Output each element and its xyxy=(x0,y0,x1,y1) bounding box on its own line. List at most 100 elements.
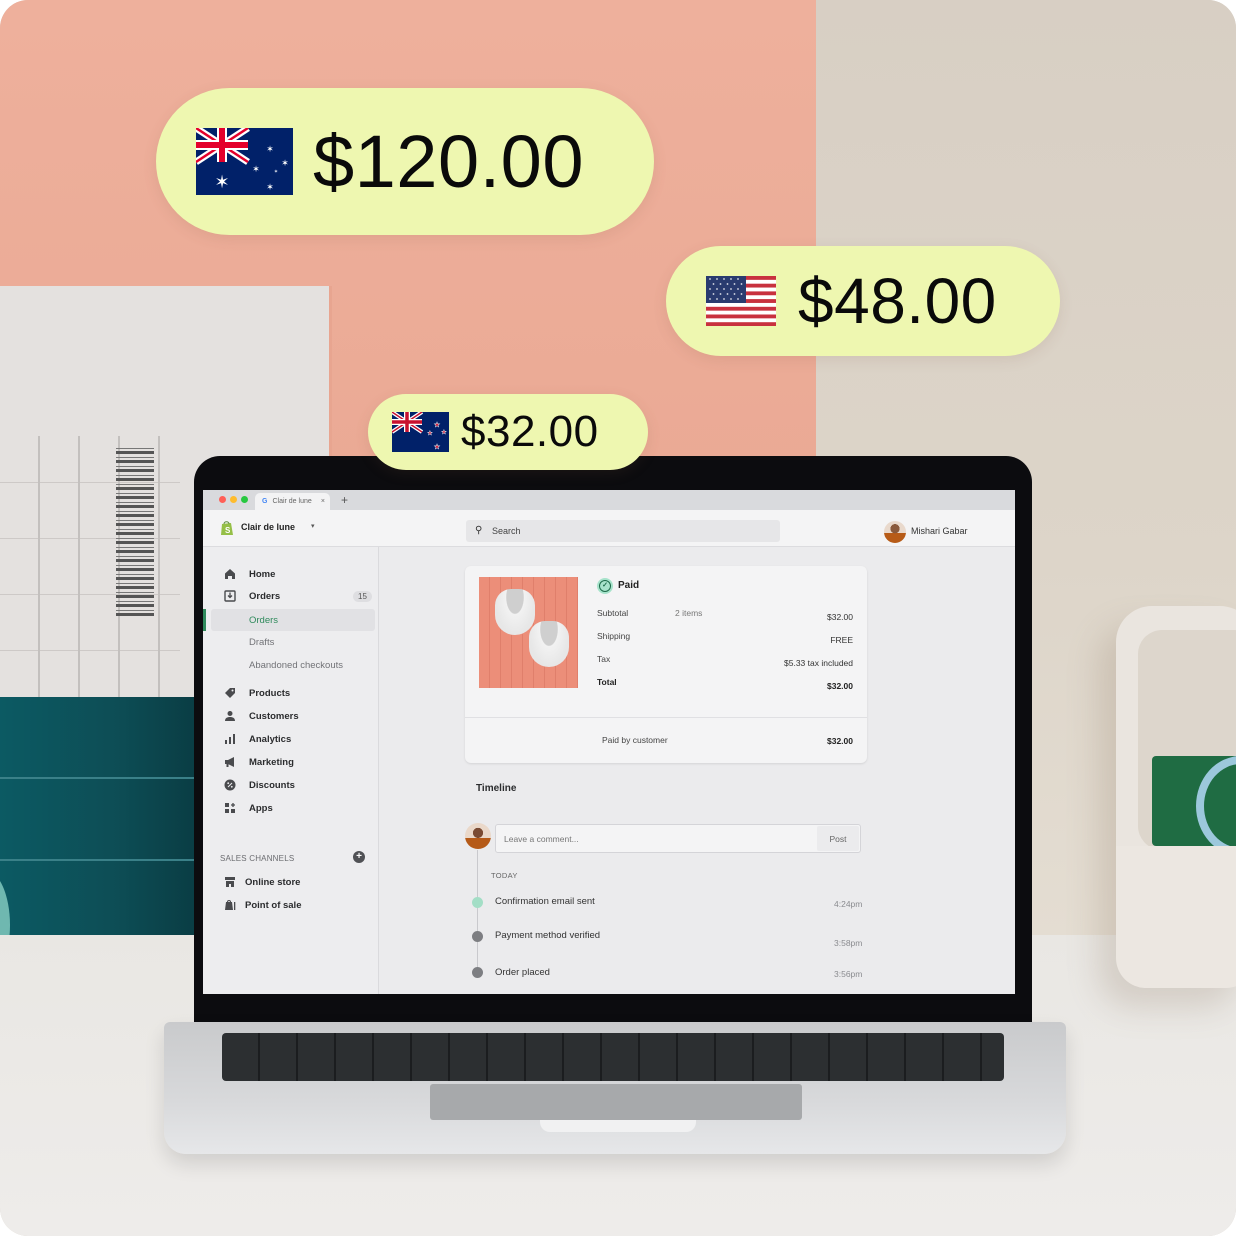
admin-topbar: S Clair de lune ▾ ⚲ Search Mishari Gabar xyxy=(203,510,1015,547)
sidebar-item-products[interactable]: Products xyxy=(203,682,379,704)
sidebar-item-home[interactable]: Home xyxy=(203,563,379,585)
nav-label: Online store xyxy=(245,876,301,888)
price-tag-united-states: $48.00 xyxy=(666,246,1060,356)
australia-flag-icon: ✶ ✶ ✶ ✶ ✶ ✶ xyxy=(196,128,293,195)
event-dot-icon xyxy=(472,931,483,942)
new-tab-button[interactable]: + xyxy=(341,493,348,507)
cup-image xyxy=(529,621,569,667)
total-label: Total xyxy=(597,677,617,687)
search-placeholder: Search xyxy=(492,526,521,536)
svg-text:✶: ✶ xyxy=(266,144,274,154)
laptop-trackpad xyxy=(430,1084,802,1120)
comment-input[interactable]: Leave a comment... Post xyxy=(495,824,861,853)
price-tag-australia: ✶ ✶ ✶ ✶ ✶ ✶ $120.00 xyxy=(156,88,654,235)
sidebar-item-apps[interactable]: Apps xyxy=(203,797,379,819)
svg-text:★: ★ xyxy=(434,443,440,451)
sales-channels-heading: SALES CHANNELS xyxy=(220,854,295,863)
total-value: $32.00 xyxy=(827,681,853,691)
svg-text:✶: ✶ xyxy=(274,169,278,175)
tag-icon xyxy=(223,686,237,700)
price-amount: $48.00 xyxy=(798,265,997,337)
svg-text:★: ★ xyxy=(441,429,446,436)
laptop-notch xyxy=(540,1120,696,1132)
sidebar: Home Orders 15 Orders Drafts Abandoned c… xyxy=(203,547,379,994)
user-avatar[interactable] xyxy=(884,521,906,543)
google-icon: G xyxy=(262,498,268,505)
sidebar-item-point-of-sale[interactable]: Point of sale xyxy=(203,894,379,916)
close-window-button[interactable] xyxy=(219,496,226,503)
user-name[interactable]: Mishari Gabar xyxy=(911,526,968,536)
subtotal-label: Subtotal xyxy=(597,608,629,618)
sidebar-item-marketing[interactable]: Marketing xyxy=(203,751,379,773)
store-icon xyxy=(223,875,237,889)
nav-label: Products xyxy=(249,687,291,699)
post-button[interactable]: Post xyxy=(817,826,859,851)
discount-icon xyxy=(223,778,237,792)
tax-label: Tax xyxy=(597,654,611,664)
svg-text:✶: ✶ xyxy=(281,158,289,168)
svg-text:✶: ✶ xyxy=(214,172,229,192)
paid-by-label: Paid by customer xyxy=(602,735,668,745)
orders-icon xyxy=(223,589,237,603)
event-dot-icon xyxy=(472,897,483,908)
nav-label: Orders xyxy=(249,614,279,626)
shopping-bag-icon xyxy=(223,898,237,912)
add-sales-channel-icon[interactable]: + xyxy=(353,851,365,863)
search-icon: ⚲ xyxy=(475,525,483,536)
tax-value: $5.33 tax included xyxy=(784,658,853,668)
maximize-window-button[interactable] xyxy=(241,496,248,503)
event-time: 3:56pm xyxy=(834,969,863,979)
box-edge xyxy=(0,859,196,861)
paid-by-value: $32.00 xyxy=(827,736,853,746)
scene-background: G Clair de lune × + S Clair de lune ▾ ⚲ … xyxy=(0,0,1236,1236)
minimize-window-button[interactable] xyxy=(230,496,237,503)
sidebar-item-customers[interactable]: Customers xyxy=(203,705,379,727)
browser-tab-bar: G Clair de lune × + xyxy=(203,490,1015,510)
price-amount: $120.00 xyxy=(313,120,584,203)
sidebar-subitem-drafts[interactable]: Drafts xyxy=(203,631,379,653)
sidebar-item-orders[interactable]: Orders 15 xyxy=(203,585,379,607)
event-time: 3:58pm xyxy=(834,938,863,948)
chevron-down-icon[interactable]: ▾ xyxy=(311,522,315,530)
nav-label: Analytics xyxy=(249,733,292,745)
active-indicator xyxy=(203,609,206,631)
sidebar-subitem-abandoned-checkouts[interactable]: Abandoned checkouts xyxy=(203,654,379,676)
laptop-keyboard xyxy=(222,1033,1004,1081)
megaphone-icon xyxy=(223,755,237,769)
timeline-heading: Timeline xyxy=(476,783,517,794)
sidebar-item-analytics[interactable]: Analytics xyxy=(203,728,379,750)
shopify-logo-icon: S xyxy=(221,521,233,535)
sidebar-item-online-store[interactable]: Online store xyxy=(203,871,379,893)
svg-text:★: ★ xyxy=(434,421,440,429)
sidebar-item-discounts[interactable]: Discounts xyxy=(203,774,379,796)
svg-text:✶: ✶ xyxy=(252,164,260,174)
svg-text:S: S xyxy=(225,526,231,535)
tab-close-icon[interactable]: × xyxy=(321,498,325,505)
event-label: Confirmation email sent xyxy=(495,896,595,907)
payment-status: Paid xyxy=(618,580,640,591)
sidebar-subitem-orders[interactable]: Orders xyxy=(211,609,375,631)
cup-image xyxy=(495,589,535,635)
event-time: 4:24pm xyxy=(834,899,863,909)
price-tag-new-zealand: ★ ★ ★ ★ $32.00 xyxy=(368,394,648,470)
tab-title: Clair de lune xyxy=(272,498,312,505)
price-amount: $32.00 xyxy=(461,407,599,456)
order-summary-card: ✓ Paid Subtotal 2 items $32.00 Shipping … xyxy=(465,566,867,763)
nav-label: Marketing xyxy=(249,756,294,768)
timeline-date-group: TODAY xyxy=(491,871,518,880)
nav-label: Drafts xyxy=(249,636,275,648)
event-label: Order placed xyxy=(495,967,550,978)
nav-label: Home xyxy=(249,568,276,580)
browser-tab[interactable]: G Clair de lune × xyxy=(255,493,330,510)
nav-label: Abandoned checkouts xyxy=(249,659,344,671)
nav-label: Customers xyxy=(249,710,299,722)
timeline-line xyxy=(477,850,478,974)
svg-text:✶: ✶ xyxy=(266,182,274,192)
search-input[interactable]: ⚲ Search xyxy=(466,520,780,542)
store-switcher[interactable]: Clair de lune xyxy=(241,522,295,532)
event-dot-icon xyxy=(472,967,483,978)
shipping-value: FREE xyxy=(830,635,853,645)
nav-label: Orders xyxy=(249,590,281,602)
nav-label: Apps xyxy=(249,802,273,814)
divider xyxy=(465,717,867,718)
